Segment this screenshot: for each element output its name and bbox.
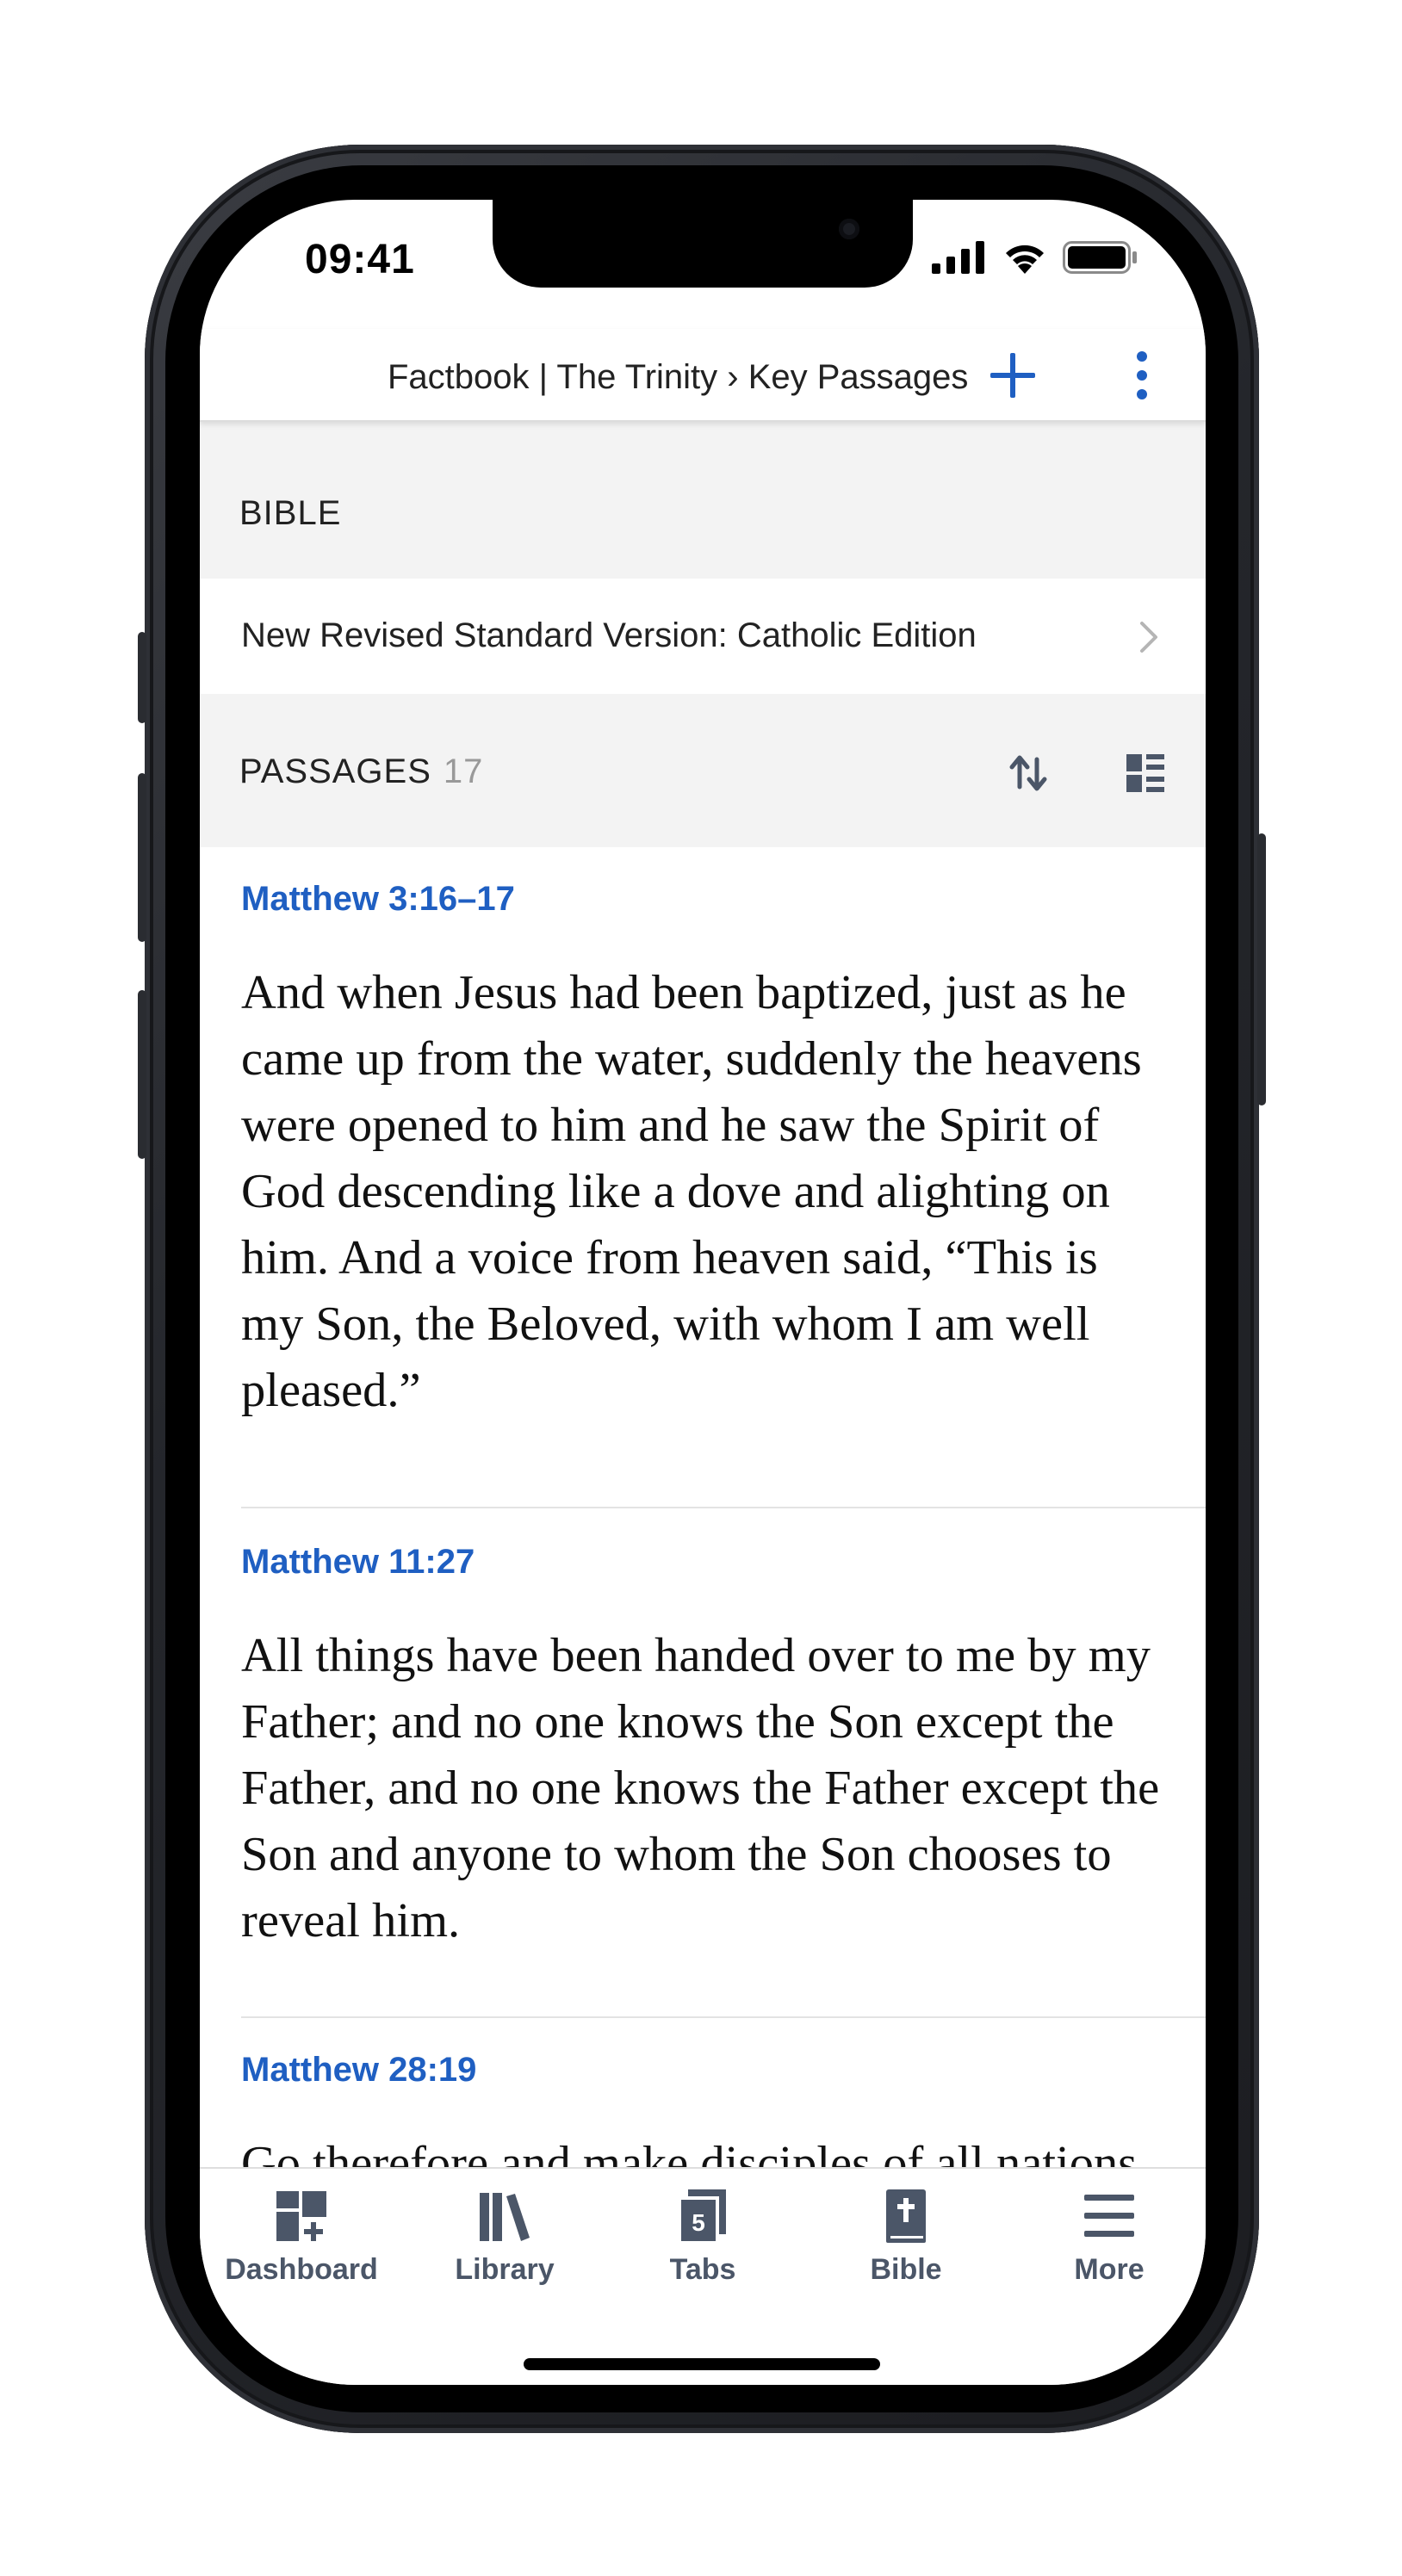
add-button[interactable] — [983, 346, 1042, 405]
tabs-icon: 5 — [678, 2189, 726, 2245]
tab-more[interactable]: More — [1014, 2188, 1204, 2287]
signal-icon — [932, 241, 984, 274]
power-button — [1257, 833, 1266, 1105]
menu-icon — [1084, 2195, 1134, 2237]
front-camera — [839, 219, 859, 239]
sort-button[interactable] — [1001, 746, 1056, 801]
tab-bible[interactable]: Bible — [811, 2188, 1001, 2287]
passage-item[interactable]: Matthew 11:27 All things have been hande… — [241, 1543, 1206, 1954]
tab-label: Dashboard — [225, 2253, 378, 2286]
tabs-count-badge: 5 — [692, 2209, 705, 2236]
view-mode-button[interactable] — [1118, 746, 1173, 801]
navigation-bar: Factbook | The Trinity › Key Passages — [200, 329, 1206, 422]
vertical-ellipsis-icon — [1137, 351, 1147, 399]
passages-count: 17 — [443, 752, 484, 790]
divider — [241, 2016, 1206, 2018]
passage-text: All things have been handed over to me b… — [241, 1629, 1160, 1947]
bible-icon — [886, 2189, 926, 2243]
volume-down-button — [138, 990, 146, 1159]
app-screen: 09:41 Factbook | The Trinity › Key Passa… — [200, 200, 1206, 2385]
list-view-icon — [1126, 754, 1164, 792]
library-icon — [480, 2193, 530, 2241]
tab-bar: Dashboard Library 5 Tabs Bible More — [200, 2167, 1206, 2385]
plus-icon — [990, 353, 1035, 398]
passages-section-header: PASSAGES 17 — [200, 694, 1206, 847]
status-time: 09:41 — [305, 237, 415, 282]
tab-label: More — [1074, 2253, 1145, 2286]
passage-reference[interactable]: Matthew 3:16–17 — [241, 880, 1206, 919]
passage-text: And when Jesus had been baptized, just a… — [241, 966, 1142, 1417]
tab-label: Library — [455, 2253, 555, 2286]
passage-item[interactable]: Matthew 3:16–17 And when Jesus had been … — [241, 880, 1206, 1424]
battery-icon — [1063, 241, 1137, 274]
more-options-button[interactable] — [1113, 346, 1171, 405]
volume-up-button — [138, 773, 146, 942]
wifi-icon — [1006, 245, 1044, 274]
passage-reference[interactable]: Matthew 11:27 — [241, 1543, 1206, 1582]
home-indicator — [524, 2358, 880, 2370]
tab-dashboard[interactable]: Dashboard — [207, 2188, 396, 2287]
passages-section-label: PASSAGES 17 — [239, 752, 483, 791]
notch — [493, 200, 913, 288]
chevron-right-icon — [1140, 622, 1157, 653]
breadcrumb-title[interactable]: Factbook | The Trinity › Key Passages — [388, 358, 968, 397]
tab-tabs[interactable]: 5 Tabs — [608, 2188, 797, 2287]
bible-section-label: BIBLE — [239, 494, 342, 532]
sort-icon — [1009, 755, 1047, 791]
dashboard-icon — [276, 2191, 326, 2241]
bible-selector-row[interactable]: New Revised Standard Version: Catholic E… — [200, 579, 1206, 694]
selected-bible-label: New Revised Standard Version: Catholic E… — [241, 616, 977, 654]
passages-label-text: PASSAGES — [239, 752, 431, 790]
tab-library[interactable]: Library — [410, 2188, 599, 2287]
divider — [241, 1507, 1206, 1508]
status-icons — [932, 241, 1138, 274]
tab-label: Tabs — [669, 2253, 736, 2286]
tab-label: Bible — [870, 2253, 942, 2286]
bible-section-header: BIBLE — [200, 422, 1206, 579]
passage-reference[interactable]: Matthew 28:19 — [241, 2051, 1206, 2090]
action-button — [138, 632, 146, 723]
